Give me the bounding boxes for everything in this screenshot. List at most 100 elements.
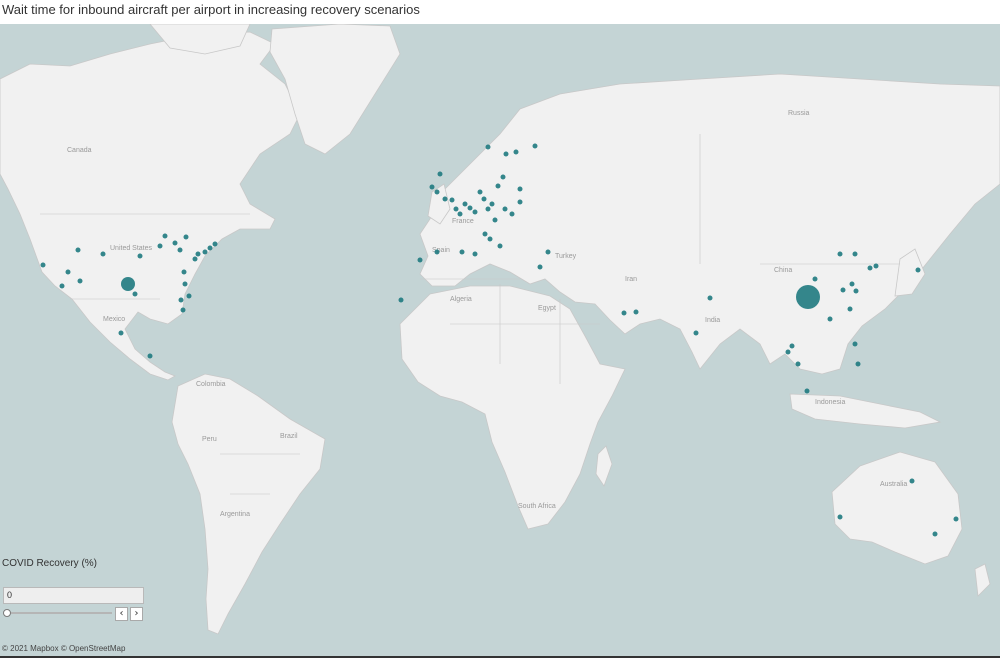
airport-marker[interactable] [457,211,463,217]
airport-marker[interactable] [417,257,423,263]
airport-marker[interactable] [545,249,551,255]
recovery-value-input[interactable]: 0 [3,587,144,604]
airport-marker[interactable] [789,343,795,349]
airport-marker[interactable] [147,353,153,359]
airport-marker[interactable] [462,201,468,207]
airport-marker[interactable] [513,149,519,155]
label-egypt: Egypt [538,305,556,312]
airport-marker[interactable] [487,236,493,242]
airport-marker[interactable] [537,264,543,270]
airport-marker[interactable] [495,183,501,189]
airport-marker[interactable] [482,231,488,237]
airport-marker[interactable] [132,291,138,297]
airport-marker[interactable] [796,285,820,309]
airport-marker[interactable] [532,143,538,149]
airport-marker[interactable] [837,514,843,520]
airport-marker[interactable] [77,278,83,284]
airport-marker[interactable] [785,349,791,355]
airport-marker[interactable] [100,251,106,257]
airport-marker[interactable] [804,388,810,394]
airport-marker[interactable] [517,199,523,205]
airport-marker[interactable] [847,306,853,312]
airport-marker[interactable] [852,341,858,347]
airport-marker[interactable] [467,205,473,211]
airport-marker[interactable] [909,478,915,484]
airport-marker[interactable] [178,297,184,303]
airport-marker[interactable] [489,201,495,207]
airport-marker[interactable] [481,196,487,202]
airport-marker[interactable] [182,281,188,287]
airport-marker[interactable] [429,184,435,190]
airport-marker[interactable] [442,196,448,202]
previous-value-button[interactable]: ‹ [115,607,128,621]
airport-marker[interactable] [492,217,498,223]
airport-marker[interactable] [437,171,443,177]
airport-marker[interactable] [477,189,483,195]
label-mexico: Mexico [103,316,125,323]
label-china: China [774,267,792,274]
airport-marker[interactable] [707,295,713,301]
recovery-slider-handle[interactable] [3,609,11,617]
airport-marker[interactable] [181,269,187,275]
next-value-button[interactable]: › [130,607,143,621]
airport-marker[interactable] [398,297,404,303]
airport-marker[interactable] [207,245,213,251]
airport-marker[interactable] [472,209,478,215]
airport-marker[interactable] [915,267,921,273]
title-bar: Wait time for inbound aircraft per airpo… [0,0,1000,24]
airport-marker[interactable] [502,206,508,212]
airport-marker[interactable] [177,247,183,253]
airport-marker[interactable] [434,249,440,255]
airport-marker[interactable] [472,251,478,257]
airport-marker[interactable] [849,281,855,287]
airport-marker[interactable] [827,316,833,322]
airport-marker[interactable] [192,256,198,262]
airport-marker[interactable] [855,361,861,367]
airport-marker[interactable] [434,189,440,195]
airport-marker[interactable] [812,276,818,282]
airport-marker[interactable] [633,309,639,315]
airport-marker[interactable] [517,186,523,192]
airport-marker[interactable] [837,251,843,257]
map-attribution[interactable]: © 2021 Mapbox © OpenStreetMap [2,644,125,653]
label-indonesia: Indonesia [815,399,845,406]
airport-marker[interactable] [503,151,509,157]
airport-marker[interactable] [75,247,81,253]
airport-marker[interactable] [953,516,959,522]
airport-marker[interactable] [485,206,491,212]
airport-marker[interactable] [172,240,178,246]
airport-marker[interactable] [59,283,65,289]
label-south-africa: South Africa [518,503,556,510]
airport-marker[interactable] [186,293,192,299]
airport-marker[interactable] [853,288,859,294]
airport-marker[interactable] [65,269,71,275]
airport-marker[interactable] [202,249,208,255]
airport-marker[interactable] [195,251,201,257]
airport-marker[interactable] [873,263,879,269]
airport-marker[interactable] [121,277,135,291]
recovery-slider-track[interactable] [8,612,112,614]
airport-marker[interactable] [932,531,938,537]
airport-marker[interactable] [180,307,186,313]
airport-marker[interactable] [162,233,168,239]
airport-marker[interactable] [621,310,627,316]
airport-marker[interactable] [157,243,163,249]
airport-marker[interactable] [118,330,124,336]
airport-marker[interactable] [137,253,143,259]
airport-marker[interactable] [795,361,801,367]
airport-marker[interactable] [509,211,515,217]
airport-marker[interactable] [485,144,491,150]
label-colombia: Colombia [196,381,226,388]
airport-marker[interactable] [459,249,465,255]
airport-marker[interactable] [852,251,858,257]
airport-marker[interactable] [497,243,503,249]
airport-marker[interactable] [40,262,46,268]
airport-marker[interactable] [693,330,699,336]
airport-marker[interactable] [449,197,455,203]
airport-marker[interactable] [212,241,218,247]
airport-marker[interactable] [840,287,846,293]
airport-marker[interactable] [183,234,189,240]
airport-marker[interactable] [500,174,506,180]
airport-marker[interactable] [453,206,459,212]
airport-marker[interactable] [867,265,873,271]
